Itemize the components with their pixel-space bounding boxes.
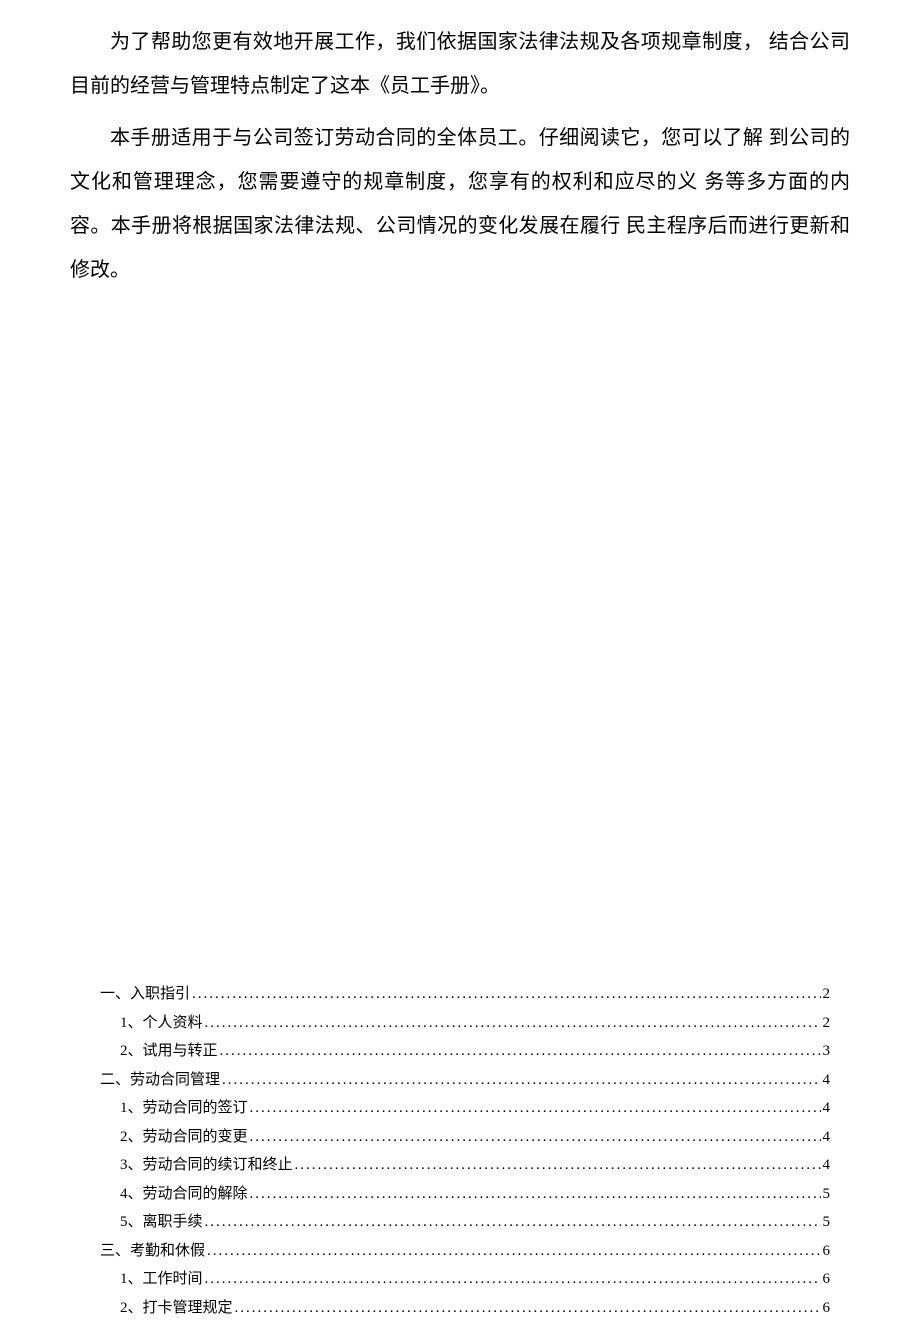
toc-entry: 1、个人资料 2 xyxy=(100,1009,830,1038)
toc-label: 2、劳动合同的变更 xyxy=(120,1123,248,1152)
toc-page-number: 4 xyxy=(823,1066,831,1095)
toc-leader-dots xyxy=(192,980,820,1009)
toc-entry: 三、考勤和休假 6 xyxy=(100,1237,830,1266)
toc-entry: 2、劳动合同的变更 4 xyxy=(100,1123,830,1152)
toc-leader-dots xyxy=(207,1237,820,1266)
toc-label: 1、个人资料 xyxy=(120,1009,203,1038)
toc-leader-dots xyxy=(220,1037,821,1066)
toc-page-number: 5 xyxy=(823,1208,831,1237)
toc-label: 2、打卡管理规定 xyxy=(120,1294,233,1322)
toc-entry: 一、入职指引 2 xyxy=(100,980,830,1009)
toc-page-number: 6 xyxy=(823,1237,831,1266)
toc-label: 5、离职手续 xyxy=(120,1208,203,1237)
toc-leader-dots xyxy=(250,1180,821,1209)
toc-label: 一、入职指引 xyxy=(100,980,190,1009)
toc-page-number: 4 xyxy=(823,1123,831,1152)
toc-page-number: 5 xyxy=(823,1180,831,1209)
toc-leader-dots xyxy=(205,1009,821,1038)
toc-leader-dots xyxy=(250,1123,821,1152)
toc-entry: 1、劳动合同的签订 4 xyxy=(100,1094,830,1123)
toc-entry: 2、试用与转正 3 xyxy=(100,1037,830,1066)
toc-page-number: 6 xyxy=(823,1265,831,1294)
toc-entry: 5、离职手续 5 xyxy=(100,1208,830,1237)
intro-paragraph-2: 本手册适用于与公司签订劳动合同的全体员工。仔细阅读它，您可以了解 到公司的文化和… xyxy=(70,116,850,292)
toc-label: 二、劳动合同管理 xyxy=(100,1066,220,1095)
toc-page-number: 3 xyxy=(823,1037,831,1066)
toc-entry: 3、劳动合同的续订和终止 4 xyxy=(100,1151,830,1180)
toc-entry: 二、劳动合同管理 4 xyxy=(100,1066,830,1095)
toc-entry: 1、工作时间 6 xyxy=(100,1265,830,1294)
toc-page-number: 6 xyxy=(823,1294,831,1322)
toc-label: 1、工作时间 xyxy=(120,1265,203,1294)
toc-label: 3、劳动合同的续订和终止 xyxy=(120,1151,293,1180)
toc-label: 4、劳动合同的解除 xyxy=(120,1180,248,1209)
toc-leader-dots xyxy=(235,1294,821,1322)
toc-entry: 4、劳动合同的解除 5 xyxy=(100,1180,830,1209)
toc-label: 2、试用与转正 xyxy=(120,1037,218,1066)
toc-label: 1、劳动合同的签订 xyxy=(120,1094,248,1123)
toc-page-number: 2 xyxy=(823,980,831,1009)
toc-leader-dots xyxy=(250,1094,821,1123)
toc-leader-dots xyxy=(205,1265,821,1294)
toc-label: 三、考勤和休假 xyxy=(100,1237,205,1266)
toc-page-number: 4 xyxy=(823,1151,831,1180)
toc-page-number: 4 xyxy=(823,1094,831,1123)
table-of-contents: 一、入职指引 2 1、个人资料 2 2、试用与转正 3 二、劳动合同管理 4 1… xyxy=(70,980,850,1322)
toc-page-number: 2 xyxy=(823,1009,831,1038)
toc-leader-dots xyxy=(205,1208,821,1237)
toc-leader-dots xyxy=(295,1151,821,1180)
page-spacer xyxy=(70,300,850,980)
intro-paragraph-1: 为了帮助您更有效地开展工作，我们依据国家法律法规及各项规章制度， 结合公司目前的… xyxy=(70,20,850,108)
toc-entry: 2、打卡管理规定 6 xyxy=(100,1294,830,1322)
intro-section: 为了帮助您更有效地开展工作，我们依据国家法律法规及各项规章制度， 结合公司目前的… xyxy=(70,20,850,292)
toc-leader-dots xyxy=(222,1066,820,1095)
